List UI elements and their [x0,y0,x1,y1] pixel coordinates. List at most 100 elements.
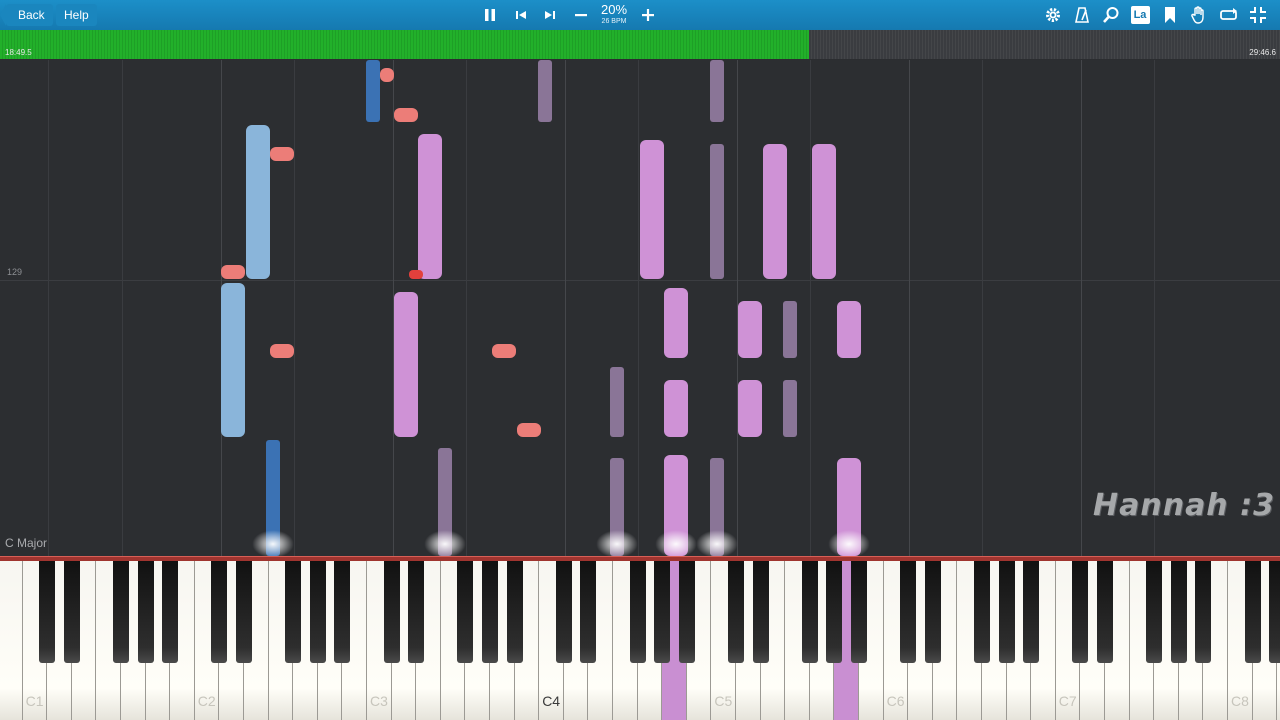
piano-keyboard: C1 C2 C3 C4 C5 C6 C7 C8 [0,561,1280,720]
black-key[interactable] [678,561,695,663]
black-key[interactable] [334,561,351,663]
black-key[interactable] [654,561,671,663]
finger-marker [270,147,294,161]
gridline [122,60,123,556]
fullscreen-exit-icon[interactable] [1246,3,1270,27]
octave-label: C4 [542,693,561,709]
plus-icon[interactable] [636,3,660,27]
black-key[interactable] [113,561,129,663]
black-key[interactable] [752,561,769,663]
pause-icon[interactable] [478,3,502,27]
timeline-scrubber[interactable] [0,30,1280,59]
black-key[interactable] [162,561,179,663]
black-key[interactable] [900,561,917,663]
black-key[interactable] [826,561,843,663]
black-key[interactable] [1097,561,1113,663]
black-key[interactable] [728,561,744,663]
black-key[interactable] [998,561,1015,663]
black-key[interactable] [1023,561,1040,663]
gridline [466,60,467,556]
black-key[interactable] [39,561,56,663]
octave-label: C6 [886,693,905,709]
back-button[interactable]: Back [6,4,53,26]
finger-marker [409,270,423,279]
black-key[interactable] [1244,561,1261,663]
note-right-hand-black [710,60,724,122]
black-key[interactable] [580,561,597,663]
progress-fill [0,30,809,59]
black-key[interactable] [408,561,425,663]
settings-gear-icon[interactable] [1041,3,1065,27]
piano-roll: 129 C Major Hannah :3 [0,60,1280,556]
note-right-hand-black [783,380,797,437]
gridline [1081,60,1082,556]
gridline [982,60,983,556]
note-right-hand-black [710,144,724,279]
black-key[interactable] [924,561,941,663]
speed-bpm: 26 BPM [601,18,627,25]
finger-marker [492,344,516,358]
measure-line [0,280,1280,281]
black-key[interactable] [506,561,523,663]
finger-marker [517,423,541,437]
black-key[interactable] [851,561,867,663]
progress-remaining [809,30,1280,59]
black-key[interactable] [1146,561,1163,663]
hand-icon[interactable] [1187,3,1211,27]
help-button[interactable]: Help [56,4,97,26]
key-hit-glow [596,530,638,556]
gridline [909,60,910,556]
black-key[interactable] [1072,561,1089,663]
white-key[interactable] [0,561,23,720]
bookmark-icon[interactable] [1158,3,1182,27]
note-right-hand [763,144,787,279]
black-key[interactable] [236,561,252,663]
black-key[interactable] [1170,561,1187,663]
octave-label: C7 [1058,693,1077,709]
black-key[interactable] [137,561,154,663]
black-key[interactable] [383,561,400,663]
la-label-icon[interactable]: La [1128,3,1152,27]
elapsed-time: 18:49.5 [5,48,32,57]
search-icon[interactable] [1099,3,1123,27]
finger-marker [394,108,418,122]
note-right-hand [394,292,418,437]
black-key[interactable] [482,561,498,663]
note-right-hand-black [610,367,624,437]
key-hit-glow [424,530,466,556]
octave-label: C1 [25,693,44,709]
metronome-icon[interactable] [1070,3,1094,27]
black-key[interactable] [629,561,646,663]
note-right-hand [664,288,688,358]
gridline [48,60,49,556]
note-right-hand [738,380,762,437]
note-right-hand [664,380,688,437]
minus-icon[interactable] [569,3,593,27]
note-left-hand [246,125,270,279]
black-key[interactable] [63,561,80,663]
measure-number: 129 [7,267,23,277]
black-key[interactable] [974,561,990,663]
black-key[interactable] [211,561,228,663]
key-hit-glow [696,530,738,556]
black-key[interactable] [285,561,302,663]
loop-icon[interactable] [1217,3,1241,27]
black-key[interactable] [457,561,474,663]
finger-marker [221,265,245,279]
black-key[interactable] [555,561,572,663]
previous-icon[interactable] [509,3,533,27]
black-key[interactable] [801,561,818,663]
note-left-hand [366,60,380,122]
black-key[interactable] [1269,561,1280,663]
gridline [1154,60,1155,556]
key-signature: C Major [5,536,48,550]
gridline [638,60,639,556]
key-hit-glow [655,530,697,556]
gridline [810,60,811,556]
speed-percent: 20% [600,2,628,17]
octave-label: C5 [714,693,733,709]
next-icon[interactable] [538,3,562,27]
black-key[interactable] [1195,561,1212,663]
black-key[interactable] [309,561,326,663]
finger-marker [380,68,394,82]
